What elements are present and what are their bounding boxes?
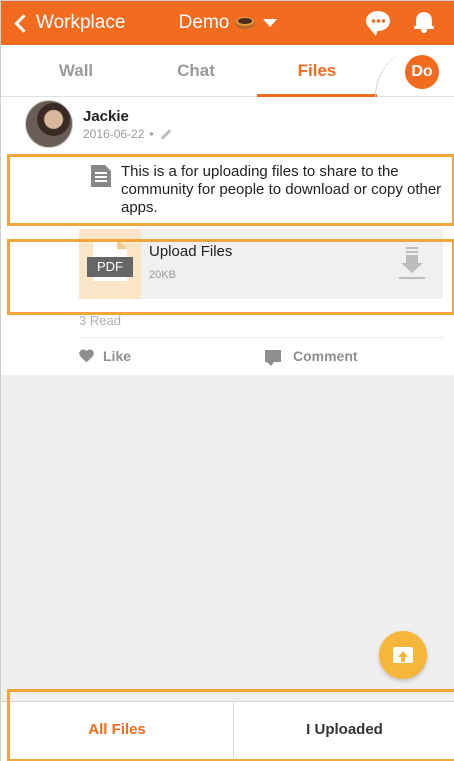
comment-icon	[265, 350, 281, 366]
tab-files[interactable]: Files	[257, 45, 377, 97]
tab-all-files[interactable]: All Files	[1, 702, 234, 757]
app-frame: Workplace Demo Wall Chat Files Do Jackie…	[0, 0, 454, 761]
post-actions: Like Comment	[79, 337, 443, 375]
description-text: This is a for uploading files to share t…	[121, 163, 442, 216]
bottom-filter-bar: All Files I Uploaded	[1, 701, 454, 761]
tab-i-uploaded[interactable]: I Uploaded	[234, 702, 454, 757]
post-description: This is a for uploading files to share t…	[89, 163, 449, 217]
upload-fab-button[interactable]	[379, 631, 427, 679]
comment-button[interactable]: Comment	[265, 348, 358, 366]
dropdown-caret-icon	[263, 19, 278, 27]
file-attachment-card[interactable]: PDF Upload Files 20KB	[79, 229, 443, 299]
file-name: Upload Files	[149, 243, 233, 260]
donut-icon	[235, 17, 256, 29]
post-meta: 2016-06-22 •	[83, 127, 172, 141]
avatar[interactable]	[25, 100, 73, 148]
like-label: Like	[103, 348, 132, 364]
workspace-title: Demo	[178, 12, 230, 33]
bell-icon[interactable]	[414, 10, 434, 34]
post-author[interactable]: Jackie	[83, 108, 129, 125]
heart-icon	[79, 350, 93, 363]
comment-label: Comment	[293, 348, 358, 364]
like-button[interactable]: Like	[79, 348, 131, 364]
chat-bubble-icon[interactable]	[366, 11, 390, 36]
do-badge-button[interactable]: Do	[405, 55, 439, 89]
file-post: Jackie 2016-06-22 • This is a for upload…	[1, 97, 454, 375]
file-size: 20KB	[149, 269, 176, 281]
file-type-label: PDF	[87, 257, 133, 277]
section-tabs: Wall Chat Files Do	[1, 45, 454, 97]
tab-chat[interactable]: Chat	[151, 45, 241, 97]
read-count: 3 Read	[79, 313, 121, 328]
post-date: 2016-06-22	[83, 127, 145, 141]
pdf-file-icon: PDF	[79, 229, 141, 299]
tab-wall[interactable]: Wall	[31, 45, 121, 97]
edit-pencil-icon[interactable]	[160, 128, 171, 140]
top-nav-bar: Workplace Demo	[1, 1, 454, 45]
document-icon	[91, 165, 111, 187]
download-icon[interactable]	[399, 247, 425, 281]
meta-separator: •	[149, 127, 154, 141]
